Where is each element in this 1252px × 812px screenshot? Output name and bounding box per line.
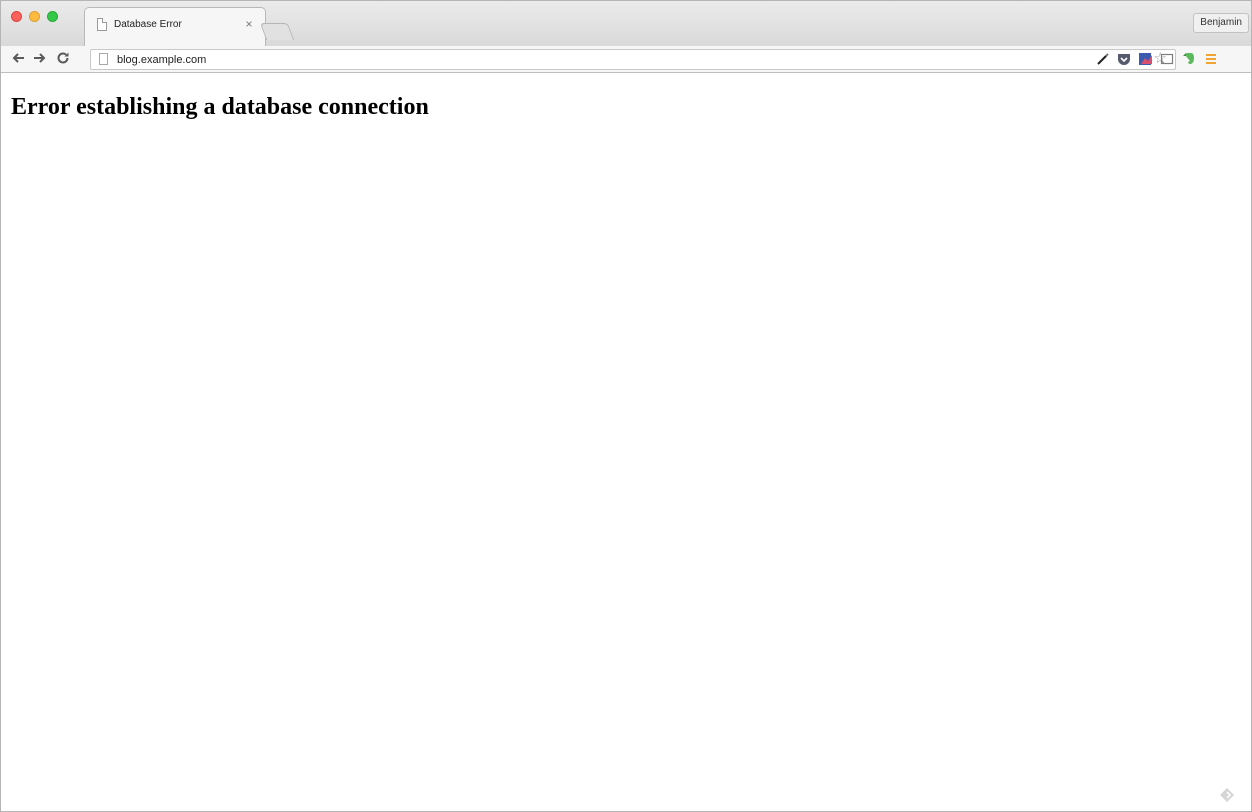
page-icon xyxy=(97,17,107,31)
back-arrow-icon[interactable] xyxy=(11,51,25,67)
browser-window: Database Error × Benjamin blog.example.c… xyxy=(0,0,1252,812)
browser-toolbar: blog.example.com ☆ xyxy=(1,46,1251,73)
minimize-window-button[interactable] xyxy=(29,11,40,22)
tab-database-error[interactable]: Database Error × xyxy=(84,7,266,47)
tab-close-icon[interactable]: × xyxy=(243,17,255,31)
tab-strip: Database Error × Benjamin xyxy=(1,1,1251,47)
pen-icon[interactable] xyxy=(1095,51,1111,67)
menu-icon[interactable] xyxy=(1203,51,1219,67)
lens-icon[interactable] xyxy=(1138,51,1154,67)
forward-arrow-icon[interactable] xyxy=(33,51,47,67)
reload-icon[interactable] xyxy=(56,51,70,67)
url-text[interactable]: blog.example.com xyxy=(117,53,206,67)
tab-title: Database Error xyxy=(114,18,182,30)
error-heading: Error establishing a database connection xyxy=(11,94,429,120)
pocket-icon[interactable] xyxy=(1116,51,1132,67)
window-controls xyxy=(11,11,58,22)
page-icon xyxy=(99,53,108,65)
maximize-window-button[interactable] xyxy=(47,11,58,22)
close-window-button[interactable] xyxy=(11,11,22,22)
new-tab-button[interactable] xyxy=(259,23,295,40)
evernote-icon[interactable] xyxy=(1181,51,1197,67)
address-bar[interactable]: blog.example.com ☆ xyxy=(90,49,1176,70)
cast-icon[interactable] xyxy=(1159,51,1175,67)
diamond-icon xyxy=(1220,788,1234,802)
profile-button[interactable]: Benjamin xyxy=(1193,13,1249,33)
page-content: Error establishing a database connection xyxy=(1,74,1251,811)
